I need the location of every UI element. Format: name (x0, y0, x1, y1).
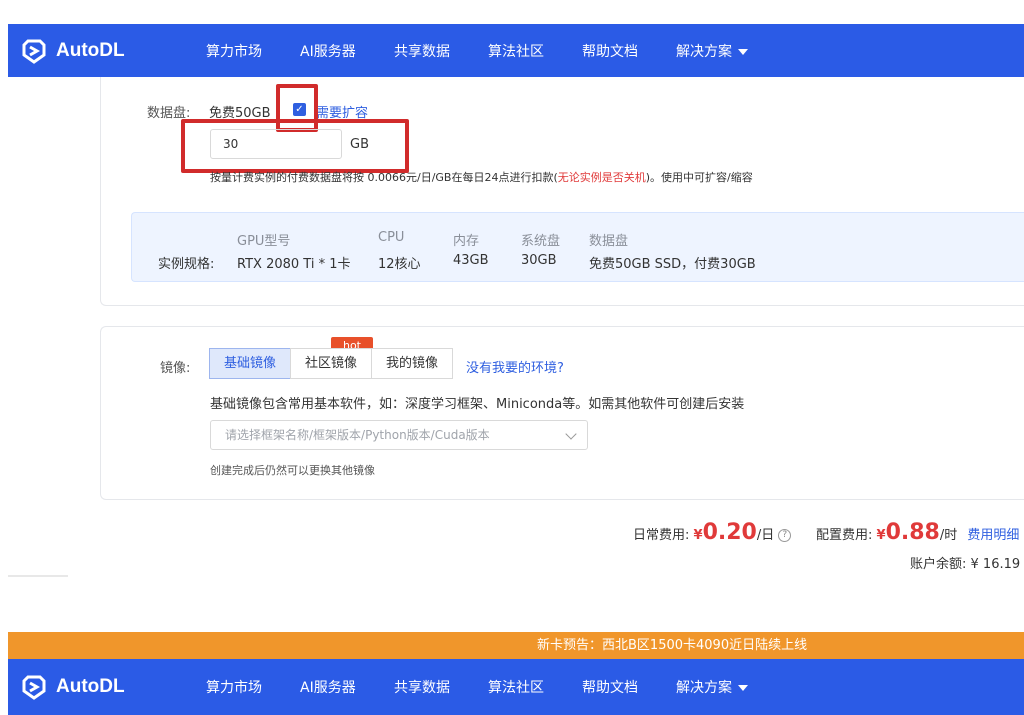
spec-header-system-disk: 系统盘 (521, 234, 561, 249)
spec-value-memory: 43GB (453, 253, 489, 268)
config-cost-label: 配置费用: (816, 528, 873, 543)
spec-value-data-disk: 免费50GB SSD，付费30GB (589, 257, 756, 272)
spec-label: 实例规格: (158, 257, 215, 272)
brand-logo-bottom[interactable]: AutoDL (20, 673, 125, 701)
config-cost-symbol: ¥ (876, 528, 886, 543)
nav-item-help-docs[interactable]: 帮助文档 (582, 41, 676, 61)
spec-value-cpu: 12核心 (378, 257, 421, 272)
cost-detail-link[interactable]: 费用明细 (967, 528, 1019, 543)
tab-my-image[interactable]: 我的镜像 (371, 348, 454, 379)
nav-item-solutions[interactable]: 解决方案 (676, 677, 770, 697)
nav-item-shared-data[interactable]: 共享数据 (394, 677, 488, 697)
image-label: 镜像: (160, 361, 191, 376)
missing-env-link[interactable]: 没有我要的环境? (466, 357, 564, 376)
nav-item-solutions[interactable]: 解决方案 (676, 41, 770, 61)
config-cost-price: ¥0.88 (876, 520, 940, 545)
spec-header-cpu: CPU (378, 230, 405, 245)
daily-cost-unit: /日 (756, 528, 775, 543)
top-navbar: AutoDL 算力市场 AI服务器 共享数据 算法社区 帮助文档 解决方案 (8, 24, 1024, 77)
daily-cost-label: 日常费用: (633, 528, 690, 543)
image-change-hint: 创建完成后仍然可以更换其他镜像 (210, 464, 375, 477)
nav-item-algorithm-community[interactable]: 算法社区 (488, 677, 582, 697)
spec-header-gpu: GPU型号 (237, 234, 291, 249)
nav-item-solutions-label: 解决方案 (676, 680, 732, 696)
framework-select-placeholder: 请选择框架名称/框架版本/Python版本/Cuda版本 (225, 428, 490, 442)
spec-value-system-disk: 30GB (521, 253, 557, 268)
instance-spec-panel: 实例规格: GPU型号 CPU 内存 系统盘 数据盘 RTX 2080 Ti *… (131, 212, 1024, 282)
autodl-logo-icon (22, 675, 46, 700)
note-prefix: 按量计费实例的付费数据盘将按 0.0066元/日/GB在每日24点进行扣款( (210, 171, 558, 184)
spec-header-data-disk: 数据盘 (589, 234, 629, 249)
spec-header-memory: 内存 (453, 234, 480, 249)
image-description: 基础镜像包含常用基本软件，如：深度学习框架、Miniconda等。如需其他软件可… (210, 397, 745, 412)
config-cost-unit: /时 (939, 528, 958, 543)
tab-base-image[interactable]: 基础镜像 (209, 348, 292, 379)
disk-billing-note: 按量计费实例的付费数据盘将按 0.0066元/日/GB在每日24点进行扣款(无论… (210, 169, 753, 185)
spec-value-gpu: RTX 2080 Ti * 1卡 (237, 257, 351, 272)
daily-cost-value: 0.20 (702, 520, 757, 545)
autodl-logo-icon (22, 39, 46, 64)
brand-name: AutoDL (56, 39, 125, 61)
tab-community-image[interactable]: 社区镜像 (290, 348, 373, 379)
note-warning: 无论实例是否关机 (557, 171, 646, 184)
brand-name-bottom: AutoDL (56, 676, 125, 697)
main-nav-bottom: 算力市场 AI服务器 共享数据 算法社区 帮助文档 解决方案 (206, 677, 770, 697)
nav-item-ai-server[interactable]: AI服务器 (300, 677, 394, 697)
bottom-navbar: AutoDL 算力市场 AI服务器 共享数据 算法社区 帮助文档 解决方案 (8, 659, 1024, 715)
chevron-down-icon (565, 428, 577, 440)
highlight-input-box (181, 119, 409, 173)
config-cost: 配置费用: ¥0.88/时 费用明细 (816, 520, 1019, 545)
daily-cost: 日常费用: ¥0.20/日? (633, 520, 792, 545)
nav-item-compute-market[interactable]: 算力市场 (206, 41, 300, 61)
nav-item-ai-server[interactable]: AI服务器 (300, 41, 394, 61)
config-cost-value: 0.88 (885, 520, 940, 545)
main-nav: 算力市场 AI服务器 共享数据 算法社区 帮助文档 解决方案 (206, 41, 770, 61)
nav-item-shared-data[interactable]: 共享数据 (394, 41, 488, 61)
help-icon[interactable]: ? (778, 529, 792, 542)
brand-logo[interactable]: AutoDL (20, 37, 125, 65)
caret-down-icon (738, 48, 748, 55)
balance-value: ¥ 16.19 (970, 557, 1021, 572)
announcement-text: 新卡预告：西北B区1500卡4090近日陆续上线 (537, 638, 808, 653)
image-tabs: 基础镜像 社区镜像 我的镜像 (209, 348, 454, 379)
daily-cost-price: ¥0.20 (693, 520, 757, 545)
balance-label: 账户余额: (910, 557, 967, 572)
announcement-banner[interactable]: 新卡预告：西北B区1500卡4090近日陆续上线 (8, 632, 1024, 659)
account-balance: 账户余额: ¥ 16.19 (910, 553, 1020, 572)
framework-select[interactable]: 请选择框架名称/框架版本/Python版本/Cuda版本 (210, 420, 588, 450)
nav-item-help-docs[interactable]: 帮助文档 (582, 677, 676, 697)
nav-item-compute-market[interactable]: 算力市场 (206, 677, 300, 697)
divider (8, 575, 68, 577)
daily-cost-symbol: ¥ (693, 528, 703, 543)
nav-item-solutions-label: 解决方案 (676, 43, 732, 60)
caret-down-icon (738, 685, 748, 691)
nav-item-algorithm-community[interactable]: 算法社区 (488, 41, 582, 61)
note-suffix: )。使用中可扩容/缩容 (645, 171, 753, 184)
